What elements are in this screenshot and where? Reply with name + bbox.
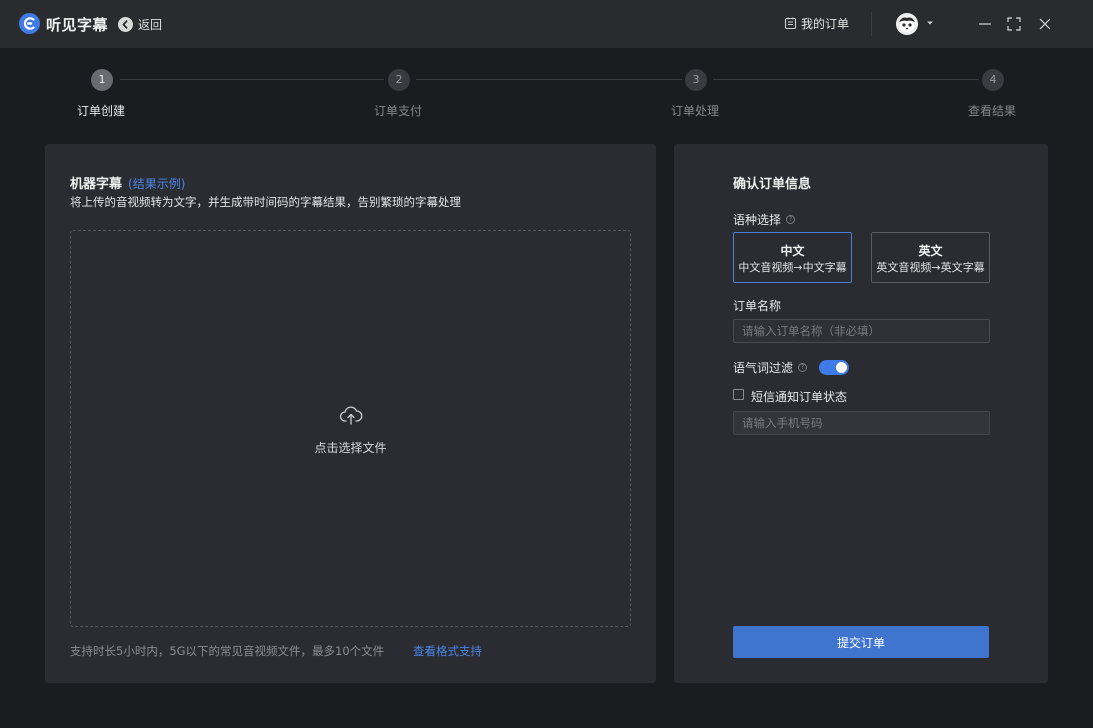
step-connector: [713, 79, 979, 80]
upload-limits-note: 支持时长5小时内，5G以下的常见音视频文件，最多10个文件: [70, 644, 385, 658]
close-button[interactable]: [1035, 14, 1055, 34]
phone-number-input[interactable]: [733, 411, 990, 435]
minimize-button[interactable]: [975, 14, 995, 34]
order-info-panel: 确认订单信息 语种选择 ? 中文 中文音视频→中文字幕 英文 英文音视频→英文字…: [674, 144, 1048, 683]
order-list-icon: [784, 17, 797, 30]
close-icon: [1039, 18, 1051, 30]
machine-subtitle-title: 机器字幕 (结果示例): [70, 173, 185, 192]
order-steps: 1 订单创建 2 订单支付 3 订单处理 4 查看结果: [0, 64, 1093, 124]
step-1-label: 订单创建: [77, 104, 126, 118]
help-icon[interactable]: ?: [786, 215, 796, 224]
result-example-link[interactable]: (结果示例): [128, 177, 185, 191]
language-description: 中文音视频→中文字幕: [738, 261, 847, 274]
step-2-label: 订单支付: [374, 104, 423, 118]
filter-toggle[interactable]: [819, 360, 849, 375]
my-orders-button[interactable]: 我的订单: [784, 15, 849, 32]
cloud-upload-icon: [339, 406, 363, 425]
minimize-icon: [979, 23, 991, 25]
title-bar: 听见字幕 返回 我的订单: [0, 0, 1093, 48]
step-3-label: 订单处理: [671, 104, 720, 118]
confirm-order-title: 确认订单信息: [733, 177, 812, 192]
file-dropzone[interactable]: 点击选择文件: [70, 230, 631, 627]
my-orders-label: 我的订单: [801, 17, 850, 31]
language-name: 英文: [918, 244, 943, 258]
help-icon[interactable]: ?: [798, 363, 808, 372]
language-select-label: 语种选择 ?: [733, 211, 796, 228]
step-4-label: 查看结果: [968, 104, 1017, 118]
sms-notify-label: 短信通知订单状态: [751, 390, 848, 404]
step-connector: [120, 79, 384, 80]
back-button[interactable]: 返回: [118, 15, 162, 33]
language-option-chinese[interactable]: 中文 中文音视频→中文字幕: [733, 232, 852, 283]
filter-label-text: 语气词过滤: [733, 361, 794, 375]
language-label-text: 语种选择: [733, 213, 782, 227]
submit-order-button[interactable]: 提交订单: [733, 626, 989, 658]
header-divider: [871, 12, 872, 36]
upload-panel: 机器字幕 (结果示例) 将上传的音视频转为文字，并生成带时间码的字幕结果，告别繁琐…: [45, 144, 656, 683]
order-name-label: 订单名称: [733, 299, 782, 313]
step-2-number: 2: [388, 69, 410, 91]
step-4-number: 4: [982, 69, 1004, 91]
app-logo-icon: [19, 13, 40, 34]
maximize-icon: [1007, 17, 1021, 31]
app-title: 听见字幕: [46, 16, 109, 34]
back-arrow-icon: [118, 16, 133, 32]
sms-notify-checkbox[interactable]: [733, 389, 744, 400]
language-name: 中文: [780, 244, 805, 258]
language-description: 英文音视频→英文字幕: [876, 261, 985, 274]
choose-file-label: 点击选择文件: [314, 441, 387, 455]
back-label: 返回: [138, 17, 163, 32]
language-option-english[interactable]: 英文 英文音视频→英文字幕: [871, 232, 990, 283]
step-connector: [416, 79, 682, 80]
caret-down-icon[interactable]: [926, 20, 934, 26]
maximize-button[interactable]: [1004, 14, 1024, 34]
step-3-number: 3: [685, 69, 707, 91]
step-1-number: 1: [91, 69, 113, 91]
toggle-knob: [836, 362, 847, 373]
machine-subtitle-description: 将上传的音视频转为文字，并生成带时间码的字幕结果，告别繁琐的字幕处理: [70, 195, 461, 209]
filter-label: 语气词过滤 ?: [733, 359, 808, 376]
user-avatar[interactable]: [896, 13, 918, 35]
machine-subtitle-heading: 机器字幕: [70, 177, 123, 192]
format-support-link[interactable]: 查看格式支持: [413, 643, 482, 659]
order-name-input[interactable]: [733, 319, 990, 343]
